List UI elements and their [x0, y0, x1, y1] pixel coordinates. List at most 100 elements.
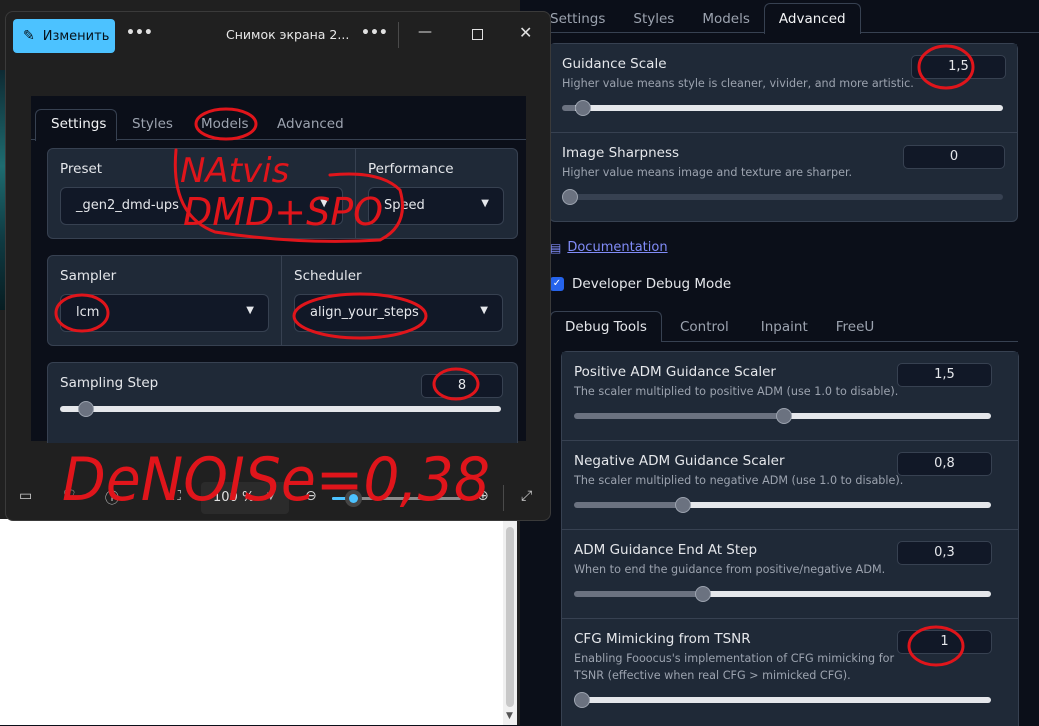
zoom-slider[interactable]	[332, 490, 461, 507]
edit-icon: ✎	[23, 28, 35, 44]
scrollbar[interactable]: ▼	[503, 519, 517, 725]
tab-models[interactable]: Models	[201, 116, 249, 132]
tab-freeu[interactable]: FreeU	[822, 312, 889, 342]
tab-advanced[interactable]: Advanced	[763, 3, 861, 34]
documentation-label[interactable]: Documentation	[567, 240, 667, 255]
chevron-down-icon: ▼	[267, 491, 275, 502]
chevron-down-icon: ▼	[480, 305, 488, 316]
guidance-scale-input[interactable]: 1,5	[911, 55, 1006, 79]
sampling-step-box: Sampling Step 8	[47, 362, 518, 443]
cfg-mimic-input[interactable]: 1	[897, 630, 992, 654]
image-sharpness-row: Image Sharpness Higher value means image…	[550, 133, 1017, 220]
chevron-down-icon: ▼	[246, 305, 254, 316]
documentation-link[interactable]: ▤ Documentation	[550, 240, 668, 255]
image-sharpness-desc: Higher value means image and texture are…	[562, 166, 853, 179]
slider-thumb[interactable]	[574, 692, 590, 708]
debug-tabs: Debug Tools Control Inpaint FreeU	[550, 311, 888, 342]
checkbox-checked-icon[interactable]: ✓	[550, 277, 564, 291]
performance-select[interactable]: Speed ▼	[368, 187, 504, 225]
adm-end-slider[interactable]	[574, 586, 991, 602]
debug-tools-box: Positive ADM Guidance Scaler The scaler …	[561, 351, 1019, 726]
divider	[281, 256, 282, 345]
negative-adm-slider[interactable]	[574, 497, 991, 513]
positive-adm-label: Positive ADM Guidance Scaler	[574, 364, 776, 380]
main-tabs: Settings Styles Models Advanced	[536, 3, 861, 34]
guidance-settings-box: Guidance Scale Higher value means style …	[549, 43, 1018, 222]
scheduler-label: Scheduler	[294, 268, 362, 284]
guidance-scale-slider[interactable]	[562, 100, 1003, 116]
performance-value: Speed	[384, 198, 425, 213]
positive-adm-slider[interactable]	[574, 408, 991, 424]
title-more-icon[interactable]: •••	[361, 25, 388, 41]
tab-inpaint[interactable]: Inpaint	[747, 312, 822, 342]
heart-icon[interactable]: ♡	[63, 488, 76, 504]
zoom-in-icon[interactable]: ⊕	[477, 488, 489, 504]
tab-debug-tools[interactable]: Debug Tools	[550, 311, 662, 342]
behind-window-page	[0, 519, 503, 725]
sampler-select[interactable]: lcm ▼	[60, 294, 269, 332]
slider-thumb[interactable]	[695, 586, 711, 602]
fit-to-window-icon[interactable]: ⛶	[171, 488, 181, 504]
slider-thumb[interactable]	[562, 189, 578, 205]
image-sharpness-label: Image Sharpness	[562, 145, 680, 161]
cfg-mimic-slider[interactable]	[574, 692, 991, 708]
edit-button[interactable]: ✎ Изменить	[13, 19, 115, 53]
title-divider	[398, 22, 399, 48]
chevron-down-icon: ▼	[481, 198, 489, 209]
sampler-box: Sampler lcm ▼ Scheduler align_your_steps…	[47, 255, 518, 346]
preset-select[interactable]: _gen2_dmd-ups ▼	[60, 187, 343, 225]
close-icon[interactable]: ✕	[519, 23, 532, 42]
guidance-scale-row: Guidance Scale Higher value means style …	[550, 44, 1017, 133]
tab-models[interactable]: Models	[688, 4, 764, 34]
cfg-mimic-row: CFG Mimicking from TSNR Enabling Fooocus…	[562, 619, 1018, 726]
tab-styles[interactable]: Styles	[132, 116, 173, 132]
zoom-thumb-dot	[349, 494, 358, 503]
slider-thumb[interactable]	[78, 401, 94, 417]
zoom-dropdown[interactable]: 100 % ▼	[201, 482, 289, 514]
image-sharpness-slider[interactable]	[562, 189, 1003, 205]
minimize-icon[interactable]: —	[418, 24, 432, 40]
tab-styles[interactable]: Styles	[619, 4, 688, 34]
scrollbar-thumb[interactable]	[506, 527, 514, 707]
filmstrip-icon[interactable]: ▭	[19, 488, 32, 504]
adm-end-label: ADM Guidance End At Step	[574, 542, 758, 558]
scroll-down-icon[interactable]: ▼	[506, 711, 513, 721]
sampler-label: Sampler	[60, 268, 117, 284]
negative-adm-label: Negative ADM Guidance Scaler	[574, 453, 785, 469]
negative-adm-desc: The scaler multiplied to negative ADM (u…	[574, 474, 904, 487]
sampling-step-input[interactable]: 8	[421, 374, 503, 398]
viewer-toolbar: ▭ ♡ ⓘ ⛶ 100 % ▼ ⊖ ⊕ ⤢	[6, 478, 550, 518]
positive-adm-row: Positive ADM Guidance Scaler The scaler …	[562, 352, 1018, 441]
sampling-step-slider[interactable]	[60, 401, 501, 417]
adm-end-row: ADM Guidance End At Step When to end the…	[562, 530, 1018, 619]
debug-mode-toggle[interactable]: ✓ Developer Debug Mode	[550, 276, 731, 292]
fooocus-advanced-panel: Settings Styles Models Advanced Guidance…	[536, 0, 1039, 726]
chevron-down-icon: ▼	[320, 198, 328, 209]
debug-mode-label: Developer Debug Mode	[572, 276, 732, 292]
maximize-icon[interactable]	[472, 29, 483, 40]
zoom-out-icon[interactable]: ⊖	[305, 488, 317, 504]
negative-adm-input[interactable]: 0,8	[897, 452, 992, 476]
more-options-icon[interactable]: •••	[126, 25, 153, 41]
preset-label: Preset	[60, 161, 103, 177]
zoom-slider-thumb[interactable]	[345, 490, 362, 507]
edit-label: Изменить	[42, 28, 110, 44]
slider-thumb[interactable]	[575, 100, 591, 116]
slider-thumb[interactable]	[675, 497, 691, 513]
adm-end-input[interactable]: 0,3	[897, 541, 992, 565]
tab-settings[interactable]: Settings	[51, 116, 106, 132]
positive-adm-input[interactable]: 1,5	[897, 363, 992, 387]
negative-adm-row: Negative ADM Guidance Scaler The scaler …	[562, 441, 1018, 530]
performance-label: Performance	[368, 161, 454, 177]
scheduler-value: align_your_steps	[310, 305, 419, 320]
fullscreen-icon[interactable]: ⤢	[521, 488, 532, 504]
cfg-mimic-desc: Enabling Fooocus's implementation of CFG…	[574, 652, 895, 682]
slider-thumb[interactable]	[776, 408, 792, 424]
image-sharpness-input[interactable]: 0	[903, 145, 1005, 169]
photo-viewer-window: ✎ Изменить ••• Снимок экрана 2... ••• — …	[5, 11, 551, 521]
preset-value: _gen2_dmd-ups	[76, 198, 179, 213]
scheduler-select[interactable]: align_your_steps ▼	[294, 294, 503, 332]
tab-control[interactable]: Control	[662, 312, 747, 342]
info-icon[interactable]: ⓘ	[105, 488, 119, 508]
tab-advanced[interactable]: Advanced	[277, 116, 344, 132]
